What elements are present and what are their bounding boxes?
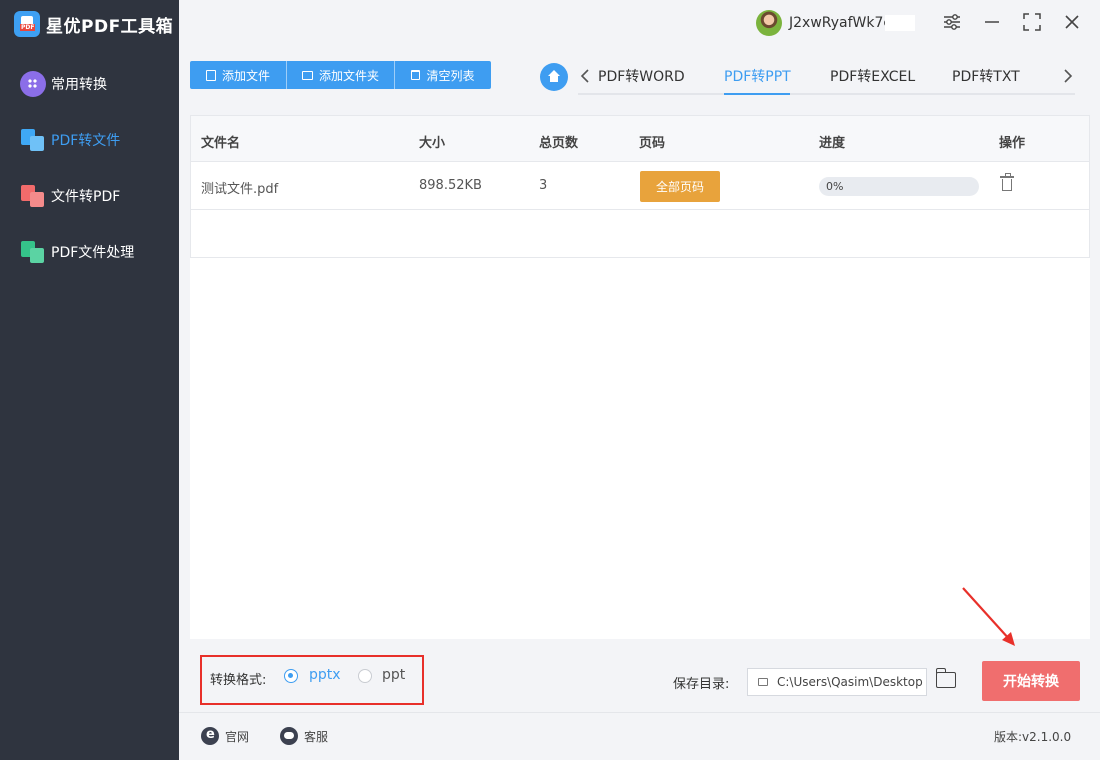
- minimize-icon: [985, 21, 999, 23]
- column-filename: 文件名: [201, 136, 241, 151]
- add-folder-button[interactable]: 添加文件夹: [287, 61, 395, 89]
- format-label: 转换格式:: [210, 673, 267, 688]
- open-folder-icon[interactable]: [936, 668, 956, 688]
- tab-pdf-to-txt[interactable]: PDF转TXT: [952, 66, 1020, 86]
- app-logo-icon: [14, 11, 40, 37]
- sidebar-item-pdf-to-file[interactable]: PDF转文件: [20, 126, 120, 154]
- close-icon: [1065, 15, 1079, 29]
- support-label: 客服: [304, 729, 329, 744]
- app-title: 星优PDF工具箱: [46, 16, 174, 37]
- website-label: 官网: [225, 729, 250, 744]
- pdf-to-file-icon: [20, 127, 46, 153]
- chat-icon: [280, 727, 298, 745]
- file-name: 测试文件.pdf: [201, 182, 279, 197]
- file-list-panel: 文件名 大小 总页数 页码 进度 操作 测试文件.pdf 898.52KB 3 …: [190, 115, 1090, 639]
- tab-pdf-to-excel[interactable]: PDF转EXCEL: [830, 66, 915, 86]
- column-size: 大小: [419, 136, 446, 151]
- close-button[interactable]: [1062, 12, 1082, 32]
- settings-button[interactable]: [942, 12, 962, 32]
- minimize-button[interactable]: [982, 12, 1002, 32]
- sidebar-item-label: 常用转换: [51, 77, 107, 93]
- progress-text: 0%: [826, 180, 844, 193]
- radio-pptx[interactable]: [284, 669, 298, 683]
- save-path-field[interactable]: C:\Users\Qasim\Desktop: [747, 668, 927, 696]
- home-button[interactable]: [540, 63, 568, 91]
- save-dir-label: 保存目录:: [673, 677, 730, 692]
- active-tab-indicator: [724, 93, 790, 95]
- all-pages-button[interactable]: 全部页码: [640, 171, 720, 202]
- avatar: [756, 10, 782, 36]
- delete-row-icon[interactable]: [1000, 173, 1014, 191]
- tab-pdf-to-word[interactable]: PDF转WORD: [598, 66, 685, 86]
- file-icon: [205, 69, 216, 81]
- radio-ppt[interactable]: [358, 669, 372, 683]
- brand: 星优PDF工具箱: [14, 10, 173, 38]
- tabs-prev-button[interactable]: [577, 66, 593, 86]
- table-row-empty: [190, 210, 1090, 258]
- trash-icon: [411, 70, 421, 80]
- website-link[interactable]: 官网: [201, 727, 249, 745]
- chevron-left-icon: [580, 69, 589, 83]
- sidebar-item-label: 文件转PDF: [51, 189, 121, 205]
- add-file-label: 添加文件: [221, 68, 270, 83]
- sliders-icon: [944, 14, 960, 30]
- file-size: 898.52KB: [419, 178, 482, 193]
- sidebar-item-pdf-processing[interactable]: PDF文件处理: [20, 238, 134, 266]
- file-pages: 3: [539, 178, 548, 193]
- folder-icon: [301, 70, 313, 80]
- sidebar-item-file-to-pdf[interactable]: 文件转PDF: [20, 182, 120, 210]
- column-progress: 进度: [819, 136, 846, 151]
- start-convert-button[interactable]: 开始转换: [982, 661, 1080, 701]
- chevron-right-icon: [1064, 69, 1073, 83]
- add-folder-label: 添加文件夹: [318, 68, 379, 83]
- tabs-baseline: [578, 93, 1075, 95]
- table-header: 文件名 大小 总页数 页码 进度 操作: [190, 115, 1090, 162]
- progress-bar: 0%: [819, 177, 979, 196]
- clear-list-label: 清空列表: [426, 68, 475, 83]
- maximize-button[interactable]: [1022, 12, 1042, 32]
- fullscreen-icon: [1023, 13, 1041, 31]
- tab-pdf-to-ppt[interactable]: PDF转PPT: [724, 66, 791, 86]
- sidebar-item-label: PDF文件处理: [51, 245, 135, 261]
- clear-list-button[interactable]: 清空列表: [395, 61, 491, 89]
- sidebar: 星优PDF工具箱 常用转换 PDF转文件 文件转PDF PDF文件处理: [0, 0, 179, 760]
- add-file-button[interactable]: 添加文件: [190, 61, 287, 89]
- sidebar-item-common[interactable]: 常用转换: [20, 70, 107, 98]
- table-row: 测试文件.pdf 898.52KB 3 全部页码 0%: [190, 162, 1090, 210]
- radio-ppt-label[interactable]: ppt: [382, 667, 405, 683]
- username-redaction: [885, 15, 916, 31]
- radio-pptx-label[interactable]: pptx: [309, 667, 341, 683]
- column-page-range: 页码: [639, 136, 666, 151]
- user-account[interactable]: J2xwRyafWk7c: [756, 10, 916, 36]
- apps-icon: [20, 71, 46, 97]
- pdf-processing-icon: [20, 239, 46, 265]
- file-toolbar: 添加文件 添加文件夹 清空列表: [190, 61, 491, 89]
- version-text: 版本:v2.1.0.0: [994, 730, 1072, 744]
- folder-icon: [758, 678, 768, 686]
- column-total-pages: 总页数: [539, 136, 579, 151]
- tabs-next-button[interactable]: [1060, 66, 1076, 86]
- file-to-pdf-icon: [20, 183, 46, 209]
- browser-icon: [201, 727, 219, 745]
- username: J2xwRyafWk7c: [789, 15, 892, 31]
- support-link[interactable]: 客服: [280, 727, 328, 745]
- column-actions: 操作: [999, 136, 1026, 151]
- sidebar-item-label: PDF转文件: [51, 133, 121, 149]
- save-path-text: C:\Users\Qasim\Desktop: [777, 675, 923, 689]
